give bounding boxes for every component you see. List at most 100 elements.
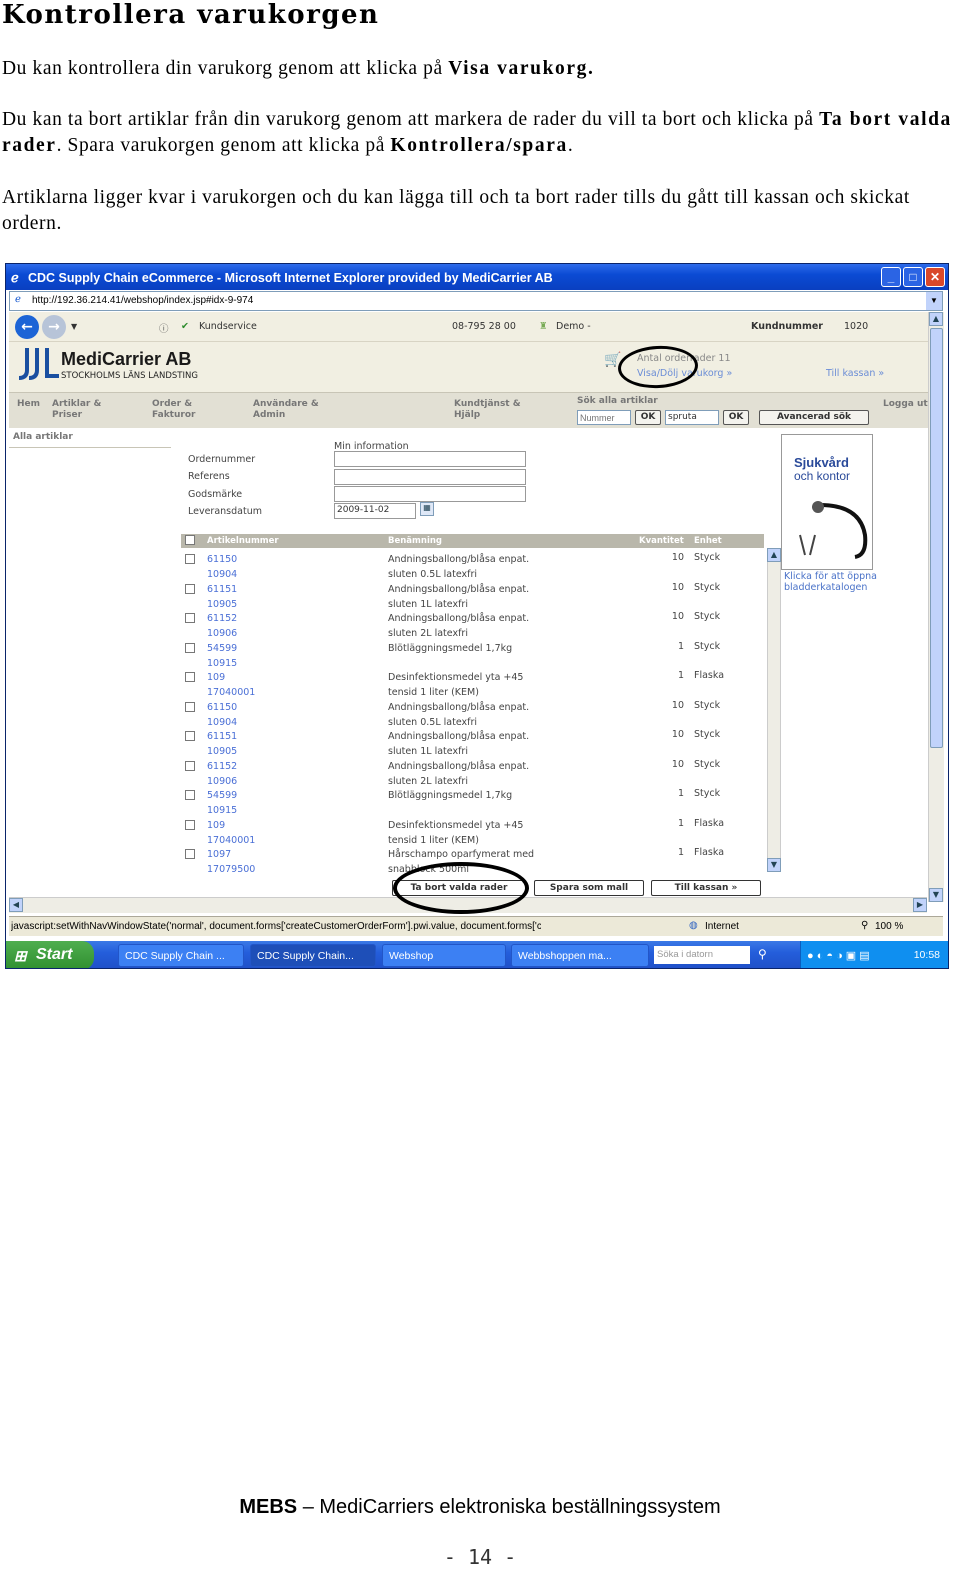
select-all-checkbox[interactable] xyxy=(185,535,195,545)
table-row[interactable]: 61151 10905 Andningsballong/blåsa enpat. sl… xyxy=(181,727,764,757)
zoom-level[interactable]: 100 % xyxy=(875,921,903,932)
search-all-label: Sök alla artiklar xyxy=(577,396,658,406)
search-text-ok-button[interactable]: OK xyxy=(723,410,749,425)
history-dropdown-icon[interactable]: ▼ xyxy=(71,322,77,331)
row-checkbox[interactable] xyxy=(185,849,195,859)
article-number-link[interactable]: 54599 xyxy=(207,790,237,801)
row-checkbox[interactable] xyxy=(185,672,195,682)
article-number-link[interactable]: 61150 xyxy=(207,554,237,565)
quantity-cell[interactable]: 1 xyxy=(639,641,684,652)
row-checkbox[interactable] xyxy=(185,731,195,741)
till-kassan-button[interactable]: Till kassan » xyxy=(651,880,761,896)
page-scrollbar[interactable]: ▲ ▼ xyxy=(928,312,944,902)
table-scrollbar[interactable]: ▲ ▼ xyxy=(767,548,781,872)
quantity-cell[interactable]: 1 xyxy=(639,847,684,858)
article-number-link[interactable]: 1097 xyxy=(207,849,231,860)
article-number-link[interactable]: 54599 xyxy=(207,643,237,654)
address-bar[interactable]: ℯ http://192.36.214.41/webshop/index.jsp… xyxy=(9,291,943,311)
referens-field[interactable] xyxy=(334,469,526,485)
minimize-button[interactable]: _ xyxy=(881,267,901,287)
address-dropdown-icon[interactable]: ▼ xyxy=(926,292,942,310)
table-row[interactable]: 54599 10915 Blötläggningsmedel 1,7kg 1 Styck xyxy=(181,786,764,816)
menu-order[interactable]: Order & Fakturor xyxy=(152,399,195,421)
quantity-cell[interactable]: 1 xyxy=(639,818,684,829)
taskbar-item-webbshoppen[interactable]: Webbshoppen ma... xyxy=(511,944,649,967)
row-checkbox[interactable] xyxy=(185,554,195,564)
table-row[interactable]: 54599 10915 Blötläggningsmedel 1,7kg 1 Styck xyxy=(181,639,764,669)
scroll-down-icon[interactable]: ▼ xyxy=(767,858,781,872)
menu-artiklar[interactable]: Artiklar & Priser xyxy=(52,399,101,421)
start-button[interactable]: ⊞ Start xyxy=(6,941,94,968)
till-kassan-top-link[interactable]: Till kassan » xyxy=(826,368,884,379)
quantity-cell[interactable]: 1 xyxy=(639,670,684,681)
article-number-link[interactable]: 61152 xyxy=(207,761,237,772)
taskbar-item-cdc-2[interactable]: CDC Supply Chain... xyxy=(250,944,376,967)
table-row[interactable]: 109 17040001 Desinfektionsmedel yta +45 ten… xyxy=(181,816,764,846)
page-scroll-down-icon[interactable]: ▼ xyxy=(929,888,943,902)
save-as-template-button[interactable]: Spara som mall xyxy=(534,880,644,896)
table-row[interactable]: 61150 10904 Andningsballong/blåsa enpat. sl… xyxy=(181,698,764,728)
quantity-cell[interactable]: 10 xyxy=(639,582,684,593)
table-row[interactable]: 61152 10906 Andningsballong/blåsa enpat. sl… xyxy=(181,609,764,639)
article-number-link[interactable]: 109 xyxy=(207,820,225,831)
page-scroll-thumb[interactable] xyxy=(930,328,943,748)
table-row[interactable]: 61151 10905 Andningsballong/blåsa enpat. sl… xyxy=(181,580,764,610)
search-number-ok-button[interactable]: OK xyxy=(635,410,661,425)
menu-hem[interactable]: Hem xyxy=(17,399,40,410)
article-number-link[interactable]: 61152 xyxy=(207,613,237,624)
article-number-link[interactable]: 61150 xyxy=(207,702,237,713)
article-number-link[interactable]: 61151 xyxy=(207,584,237,595)
scroll-right-icon[interactable]: ▶ xyxy=(913,898,927,912)
row-checkbox[interactable] xyxy=(185,642,195,653)
ordernummer-field[interactable] xyxy=(334,451,526,467)
quantity-cell[interactable]: 1 xyxy=(639,788,684,799)
scroll-left-icon[interactable]: ◀ xyxy=(9,898,23,912)
windows-flag-icon: ⊞ xyxy=(14,948,27,965)
maximize-button[interactable]: □ xyxy=(903,267,923,287)
row-checkbox[interactable] xyxy=(185,701,195,712)
article-number-link[interactable]: 109 xyxy=(207,672,225,683)
taskbar-search-input[interactable]: Söka i datorn xyxy=(654,946,750,964)
taskbar-search-icon[interactable]: ⚲ xyxy=(758,947,767,961)
taskbar-item-webshop[interactable]: Webshop xyxy=(382,944,506,967)
table-row[interactable]: 61152 10906 Andningsballong/blåsa enpat. sl… xyxy=(181,757,764,787)
row-checkbox[interactable] xyxy=(185,613,195,623)
quantity-cell[interactable]: 10 xyxy=(639,729,684,740)
godsmarke-field[interactable] xyxy=(334,486,526,502)
forward-button[interactable]: → xyxy=(42,315,66,339)
row-checkbox[interactable] xyxy=(185,790,195,800)
row-checkbox[interactable] xyxy=(185,583,195,594)
quantity-cell[interactable]: 10 xyxy=(639,700,684,711)
logout-link[interactable]: Logga ut xyxy=(883,399,928,410)
catalog-promo-image[interactable]: Sjukvård och kontor xyxy=(781,434,873,570)
page-scroll-up-icon[interactable]: ▲ xyxy=(929,312,943,326)
search-number-input[interactable] xyxy=(577,410,631,425)
quantity-cell[interactable]: 10 xyxy=(639,611,684,622)
calendar-icon[interactable]: ▦ xyxy=(420,502,434,516)
unit-cell: Flaska xyxy=(694,847,725,858)
user-menu[interactable]: Demo - xyxy=(556,321,591,332)
quantity-cell[interactable]: 10 xyxy=(639,759,684,770)
table-row[interactable]: 109 17040001 Desinfektionsmedel yta +45 ten… xyxy=(181,668,764,698)
back-button[interactable]: ← xyxy=(15,315,39,339)
menu-anvandare[interactable]: Användare & Admin xyxy=(253,399,319,421)
article-number-link[interactable]: 61151 xyxy=(207,731,237,742)
leveransdatum-field[interactable]: 2009-11-02 xyxy=(334,503,416,519)
description-line1: Andningsballong/blåsa enpat. xyxy=(388,701,530,713)
search-text-input[interactable]: spruta xyxy=(665,410,719,425)
taskbar-item-cdc-1[interactable]: CDC Supply Chain ... xyxy=(118,944,244,967)
quantity-cell[interactable]: 10 xyxy=(639,552,684,563)
table-row[interactable]: 61150 10904 Andningsballong/blåsa enpat. sl… xyxy=(181,550,764,580)
advanced-search-button[interactable]: Avancerad sök xyxy=(759,410,869,425)
windows-taskbar: ⊞ Start CDC Supply Chain ... CDC Supply … xyxy=(6,941,948,968)
scroll-up-icon[interactable]: ▲ xyxy=(767,548,781,562)
kundservice-link[interactable]: Kundservice xyxy=(199,321,257,332)
sidebar-item-alla-artiklar[interactable]: Alla artiklar xyxy=(13,432,73,442)
description-line1: Desinfektionsmedel yta +45 xyxy=(388,672,524,683)
row-checkbox[interactable] xyxy=(185,760,195,771)
row-checkbox[interactable] xyxy=(185,819,195,830)
close-button[interactable]: ✕ xyxy=(925,267,945,287)
menu-kundtjanst[interactable]: Kundtjänst & Hjälp xyxy=(454,399,521,421)
status-bar: javascript:setWithNavWindowState('normal… xyxy=(9,916,943,936)
catalog-link[interactable]: Klicka för att öppna bladderkatalogen xyxy=(784,571,894,593)
